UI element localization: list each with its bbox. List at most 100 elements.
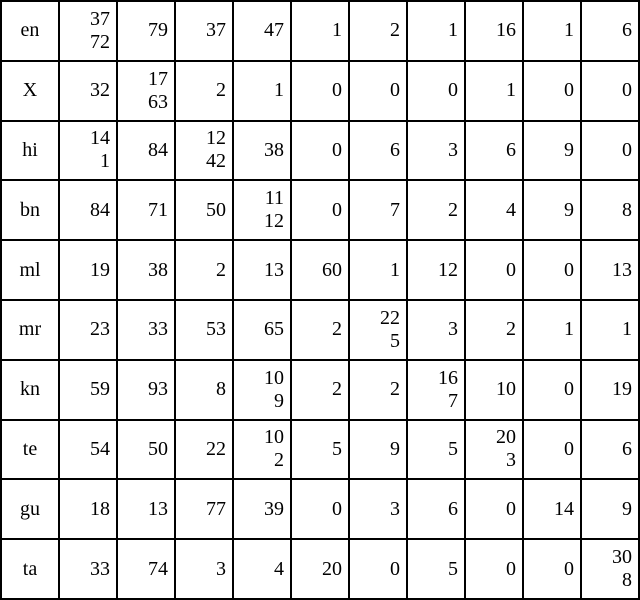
cell: 1763 bbox=[117, 61, 175, 121]
cell: 0 bbox=[523, 360, 581, 420]
cell: 0 bbox=[523, 240, 581, 300]
cell: 32 bbox=[59, 61, 117, 121]
cell: 225 bbox=[349, 300, 407, 360]
cell: 10 bbox=[465, 360, 523, 420]
cell: 23 bbox=[59, 300, 117, 360]
cell: 38 bbox=[117, 240, 175, 300]
row-header: X bbox=[1, 61, 59, 121]
cell: 8 bbox=[581, 180, 639, 240]
cell: 4 bbox=[465, 180, 523, 240]
cell: 1112 bbox=[233, 180, 291, 240]
cell: 102 bbox=[233, 420, 291, 480]
cell: 22 bbox=[175, 420, 233, 480]
cell: 167 bbox=[407, 360, 465, 420]
cell: 47 bbox=[233, 1, 291, 61]
cell: 84 bbox=[59, 180, 117, 240]
cell: 0 bbox=[291, 180, 349, 240]
cell: 0 bbox=[581, 61, 639, 121]
cell: 9 bbox=[581, 479, 639, 539]
row-header: ml bbox=[1, 240, 59, 300]
table-row: hi 141 84 1242 38 0 6 3 6 9 0 bbox=[1, 121, 639, 181]
cell: 3 bbox=[349, 479, 407, 539]
cell: 0 bbox=[291, 121, 349, 181]
row-header: kn bbox=[1, 360, 59, 420]
table-row: te 54 50 22 102 5 9 5 203 0 6 bbox=[1, 420, 639, 480]
table-row: X 32 1763 2 1 0 0 0 1 0 0 bbox=[1, 61, 639, 121]
cell: 19 bbox=[59, 240, 117, 300]
cell: 12 bbox=[407, 240, 465, 300]
table-row: kn 59 93 8 109 2 2 167 10 0 19 bbox=[1, 360, 639, 420]
cell: 1 bbox=[349, 240, 407, 300]
cell: 6 bbox=[581, 1, 639, 61]
cell: 1 bbox=[581, 300, 639, 360]
cell: 54 bbox=[59, 420, 117, 480]
cell: 74 bbox=[117, 539, 175, 599]
cell: 19 bbox=[581, 360, 639, 420]
cell: 0 bbox=[523, 61, 581, 121]
cell: 79 bbox=[117, 1, 175, 61]
cell: 3 bbox=[175, 539, 233, 599]
cell: 308 bbox=[581, 539, 639, 599]
table-row: en 3772 79 37 47 1 2 1 16 1 6 bbox=[1, 1, 639, 61]
cell: 0 bbox=[291, 479, 349, 539]
cell: 4 bbox=[233, 539, 291, 599]
row-header: ta bbox=[1, 539, 59, 599]
cell: 2 bbox=[349, 360, 407, 420]
cell: 39 bbox=[233, 479, 291, 539]
cell: 0 bbox=[465, 539, 523, 599]
cell: 9 bbox=[523, 180, 581, 240]
row-header: mr bbox=[1, 300, 59, 360]
cell: 2 bbox=[349, 1, 407, 61]
cell: 1 bbox=[523, 1, 581, 61]
cell: 1242 bbox=[175, 121, 233, 181]
cell: 3 bbox=[407, 300, 465, 360]
cell: 2 bbox=[291, 360, 349, 420]
cell: 3 bbox=[407, 121, 465, 181]
cell: 38 bbox=[233, 121, 291, 181]
cell: 13 bbox=[581, 240, 639, 300]
cell: 0 bbox=[523, 420, 581, 480]
data-table: en 3772 79 37 47 1 2 1 16 1 6 X 32 1763 … bbox=[0, 0, 640, 600]
cell: 1 bbox=[523, 300, 581, 360]
table-row: ta 33 74 3 4 20 0 5 0 0 308 bbox=[1, 539, 639, 599]
cell: 33 bbox=[117, 300, 175, 360]
cell: 0 bbox=[465, 479, 523, 539]
row-header: bn bbox=[1, 180, 59, 240]
cell: 1 bbox=[465, 61, 523, 121]
row-header: gu bbox=[1, 479, 59, 539]
table-row: ml 19 38 2 13 60 1 12 0 0 13 bbox=[1, 240, 639, 300]
cell: 5 bbox=[407, 420, 465, 480]
cell: 60 bbox=[291, 240, 349, 300]
cell: 13 bbox=[117, 479, 175, 539]
cell: 93 bbox=[117, 360, 175, 420]
cell: 9 bbox=[523, 121, 581, 181]
cell: 7 bbox=[349, 180, 407, 240]
cell: 3772 bbox=[59, 1, 117, 61]
cell: 0 bbox=[291, 61, 349, 121]
cell: 0 bbox=[581, 121, 639, 181]
cell: 14 bbox=[523, 479, 581, 539]
cell: 84 bbox=[117, 121, 175, 181]
cell: 1 bbox=[233, 61, 291, 121]
cell: 50 bbox=[175, 180, 233, 240]
cell: 0 bbox=[349, 539, 407, 599]
cell: 5 bbox=[291, 420, 349, 480]
cell: 2 bbox=[291, 300, 349, 360]
table-row: gu 18 13 77 39 0 3 6 0 14 9 bbox=[1, 479, 639, 539]
cell: 18 bbox=[59, 479, 117, 539]
cell: 141 bbox=[59, 121, 117, 181]
row-header: te bbox=[1, 420, 59, 480]
cell: 5 bbox=[407, 539, 465, 599]
cell: 71 bbox=[117, 180, 175, 240]
cell: 2 bbox=[175, 61, 233, 121]
cell: 6 bbox=[465, 121, 523, 181]
table-body: en 3772 79 37 47 1 2 1 16 1 6 X 32 1763 … bbox=[1, 1, 639, 599]
cell: 9 bbox=[349, 420, 407, 480]
cell: 0 bbox=[349, 61, 407, 121]
cell: 1 bbox=[407, 1, 465, 61]
cell: 203 bbox=[465, 420, 523, 480]
table-row: mr 23 33 53 65 2 225 3 2 1 1 bbox=[1, 300, 639, 360]
table-row: bn 84 71 50 1112 0 7 2 4 9 8 bbox=[1, 180, 639, 240]
cell: 2 bbox=[465, 300, 523, 360]
cell: 6 bbox=[581, 420, 639, 480]
